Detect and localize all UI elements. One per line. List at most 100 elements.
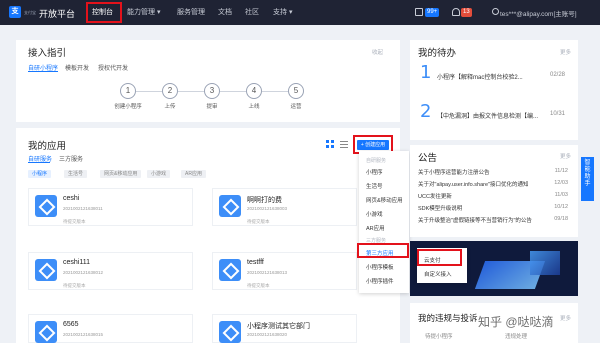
app-card[interactable]: testfff 2021002121638013 待提交版本 <box>212 252 357 290</box>
dropdown-group-self: 自研服务 <box>366 158 387 164</box>
violation-more-link[interactable]: 更多 <box>560 314 571 322</box>
message-icon[interactable] <box>415 8 423 16</box>
notification-count-badge: 13 <box>461 8 472 17</box>
step-2-number: 2 <box>162 83 178 99</box>
smart-assistant-button[interactable]: 智能助手 <box>581 157 594 201</box>
step-1-label[interactable]: 创建小程序 <box>108 102 148 110</box>
nav-docs[interactable]: 文档 <box>218 7 232 17</box>
app-card[interactable]: 6565 2021002121638015 <box>28 314 193 343</box>
app-id: 2021002121638011 <box>63 206 103 211</box>
app-card[interactable]: ceshi 2021002121638011 待提交版本 <box>28 188 193 226</box>
todo-item-date: 02/28 <box>550 72 566 78</box>
chevron-down-icon: ▾ <box>156 9 161 16</box>
guide-collapse-link[interactable]: 收起 <box>372 48 383 56</box>
step-5-number: 5 <box>288 83 304 99</box>
app-status: 待提交版本 <box>247 219 270 224</box>
notice-item[interactable]: 关于对"alipay.user.info.share"接口优化的通知 12/03 <box>418 180 568 189</box>
app-logo-icon <box>35 195 57 217</box>
notice-item-date: 12/03 <box>554 180 568 186</box>
dropdown-item-lifeaccount[interactable]: 生活号 <box>366 182 383 190</box>
app-card[interactable]: 啊啊打的费 2021002121638003 待提交版本 <box>212 188 357 226</box>
todo-item-text[interactable]: 【中危漏洞】由报文件信息检测【编... <box>437 111 538 120</box>
apps-tab-third[interactable]: 三方服务 <box>59 154 83 163</box>
grid-view-icon[interactable] <box>326 140 334 148</box>
dropdown-item-ar-app[interactable]: AR应用 <box>366 224 385 232</box>
apps-title: 我的应用 <box>28 141 67 152</box>
notice-title: 公告 <box>418 153 438 164</box>
violation-tab-handling[interactable]: 违规处理 <box>505 332 527 340</box>
app-logo-icon <box>219 259 241 281</box>
notice-item-text: SDK模型升级说明 <box>418 206 463 212</box>
dropdown-item-miniprogram[interactable]: 小程序 <box>366 168 383 176</box>
filter-lifeaccount[interactable]: 生活号 <box>64 170 88 178</box>
chevron-down-icon: ▾ <box>288 9 293 16</box>
filter-ar-app[interactable]: AR应用 <box>181 170 206 178</box>
guide-tab-template[interactable]: 模板开发 <box>65 63 89 72</box>
app-name: 啊啊打的费 <box>247 197 282 204</box>
nav-community[interactable]: 社区 <box>245 7 259 17</box>
todo-index: 1 <box>420 62 432 83</box>
app-name: 6565 <box>63 321 79 328</box>
step-4-label[interactable]: 上线 <box>234 102 274 110</box>
submenu-item-custom-access[interactable]: 自定义接入 <box>424 270 452 278</box>
filter-web-mobile[interactable]: 网页&移动应用 <box>100 170 142 178</box>
notice-more-link[interactable]: 更多 <box>560 152 571 160</box>
dropdown-item-minigame[interactable]: 小游戏 <box>366 210 383 218</box>
app-name: 小程序测试其它部门 <box>247 323 310 330</box>
step-5-label[interactable]: 运营 <box>276 102 316 110</box>
highlight-cloud-pay <box>417 249 462 266</box>
violation-title: 我的违规与投诉 <box>418 313 478 323</box>
app-card[interactable]: 小程序测试其它部门 2021002121638020 <box>212 314 357 343</box>
notice-item-text: 关于升级整治"虚假链接等不当营销行为"的公告 <box>418 218 532 224</box>
step-2-label[interactable]: 上传 <box>150 102 190 110</box>
nav-capability-label: 能力管理 <box>127 9 155 16</box>
guide-title: 接入指引 <box>28 48 67 59</box>
step-connector <box>220 91 246 92</box>
notice-item[interactable]: SDK模型升级说明 10/12 <box>418 204 568 213</box>
filter-minigame[interactable]: 小游戏 <box>147 170 171 178</box>
app-name: ceshi111 <box>63 259 90 266</box>
app-card[interactable]: ceshi111 2021002121638012 待提交版本 <box>28 252 193 290</box>
app-id: 2021002121638013 <box>247 270 288 275</box>
dropdown-item-web-mobile[interactable]: 网页&移动应用 <box>366 196 403 204</box>
dropdown-item-miniprogram-template[interactable]: 小程序模板 <box>366 263 394 271</box>
notice-item-date: 11/12 <box>554 168 568 174</box>
step-connector <box>262 91 288 92</box>
nav-support-label: 支持 <box>273 9 287 16</box>
nav-service[interactable]: 服务管理 <box>177 7 205 17</box>
platform-logo[interactable]: 支 支付宝 开放平台 <box>9 6 75 19</box>
todo-index: 2 <box>420 101 432 122</box>
nav-capability[interactable]: 能力管理 ▾ <box>127 7 160 17</box>
guide-tab-authorized[interactable]: 授权代开发 <box>98 63 128 72</box>
create-app-dropdown: 自研服务 小程序 生活号 网页&移动应用 小游戏 AR应用 三方服务 第三方应用… <box>359 151 409 293</box>
watermark: 知乎 @哒哒滴 <box>478 315 554 329</box>
todo-item-text[interactable]: 小程序【解释mac控制台校验2... <box>437 72 523 81</box>
app-id: 2021002121638012 <box>63 270 104 275</box>
app-logo-icon <box>35 259 57 281</box>
notice-item[interactable]: 关于小程序运营能力注册公告 11/12 <box>418 168 568 177</box>
notice-item-text: 关于对"alipay.user.info.share"接口优化的通知 <box>418 182 529 188</box>
app-logo-icon <box>35 321 57 343</box>
platform-title: 开放平台 <box>39 9 76 19</box>
bell-icon[interactable] <box>452 8 460 16</box>
app-logo-icon <box>219 321 241 343</box>
user-avatar-icon[interactable] <box>492 8 499 15</box>
list-view-icon[interactable] <box>340 140 348 148</box>
user-account[interactable]: tes***@alipay.com[主账号] <box>500 8 577 18</box>
step-3-number: 3 <box>204 83 220 99</box>
app-id: 2021002121638020 <box>247 332 288 337</box>
filter-miniprogram[interactable]: 小程序 <box>28 170 52 178</box>
app-logo-icon <box>219 195 241 217</box>
assistant-label: 智能助手 <box>584 160 591 187</box>
notice-item-text: 关于小程序运营能力注册公告 <box>418 170 490 176</box>
dropdown-item-miniprogram-plugin[interactable]: 小程序插件 <box>366 277 394 285</box>
notice-item[interactable]: 关于升级整治"虚假链接等不当营销行为"的公告 09/18 <box>418 216 568 225</box>
todo-more-link[interactable]: 更多 <box>560 48 571 56</box>
nav-support[interactable]: 支持 ▾ <box>273 7 292 17</box>
app-status: 待提交版本 <box>63 219 86 224</box>
banner-illustration-block <box>530 251 560 275</box>
step-3-label[interactable]: 提审 <box>192 102 232 110</box>
app-status: 待提交版本 <box>63 283 86 288</box>
violation-tab-pending[interactable]: 待提小程序 <box>425 332 453 340</box>
notice-item[interactable]: UCC发往更新 11/03 <box>418 192 568 201</box>
